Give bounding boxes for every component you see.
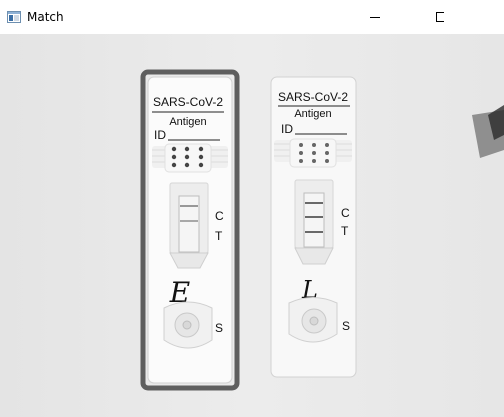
app-window-icon [7, 11, 21, 23]
maximize-button[interactable] [398, 0, 446, 34]
sample-label: S [342, 319, 350, 333]
minimize-icon [370, 17, 380, 18]
minimize-button[interactable] [352, 0, 398, 34]
sample-label: S [215, 321, 223, 335]
test-label: T [341, 224, 349, 238]
close-icon [392, 11, 404, 23]
cassette-heading: SARS-CoV-2 [153, 95, 223, 109]
cassette-subheading: Antigen [294, 108, 331, 120]
cassette-heading: SARS-CoV-2 [278, 90, 348, 104]
close-button[interactable] [392, 0, 504, 34]
test-label: T [215, 229, 223, 243]
control-label: C [341, 206, 350, 220]
cassette-id-label: ID [281, 122, 293, 136]
cassette-id-label: ID [154, 128, 166, 142]
right-test-cassette: SARS-CoV-2 Antigen ID C T L S [270, 76, 357, 378]
maximize-icon [436, 12, 446, 22]
app-window: Match SARS-CoV-2 Antigen ID C T E S SARS… [0, 0, 504, 417]
test-photo: SARS-CoV-2 Antigen ID C T E S SARS-CoV-2… [0, 34, 504, 417]
title-bar[interactable]: Match [0, 0, 504, 34]
window-title: Match [27, 10, 64, 24]
control-label: C [215, 209, 224, 223]
cassette-subheading: Antigen [169, 116, 206, 128]
left-test-cassette: SARS-CoV-2 Antigen ID C T E S [147, 76, 233, 384]
photo-background [0, 34, 504, 417]
match-image-canvas: SARS-CoV-2 Antigen ID C T E S SARS-CoV-2… [0, 34, 504, 417]
